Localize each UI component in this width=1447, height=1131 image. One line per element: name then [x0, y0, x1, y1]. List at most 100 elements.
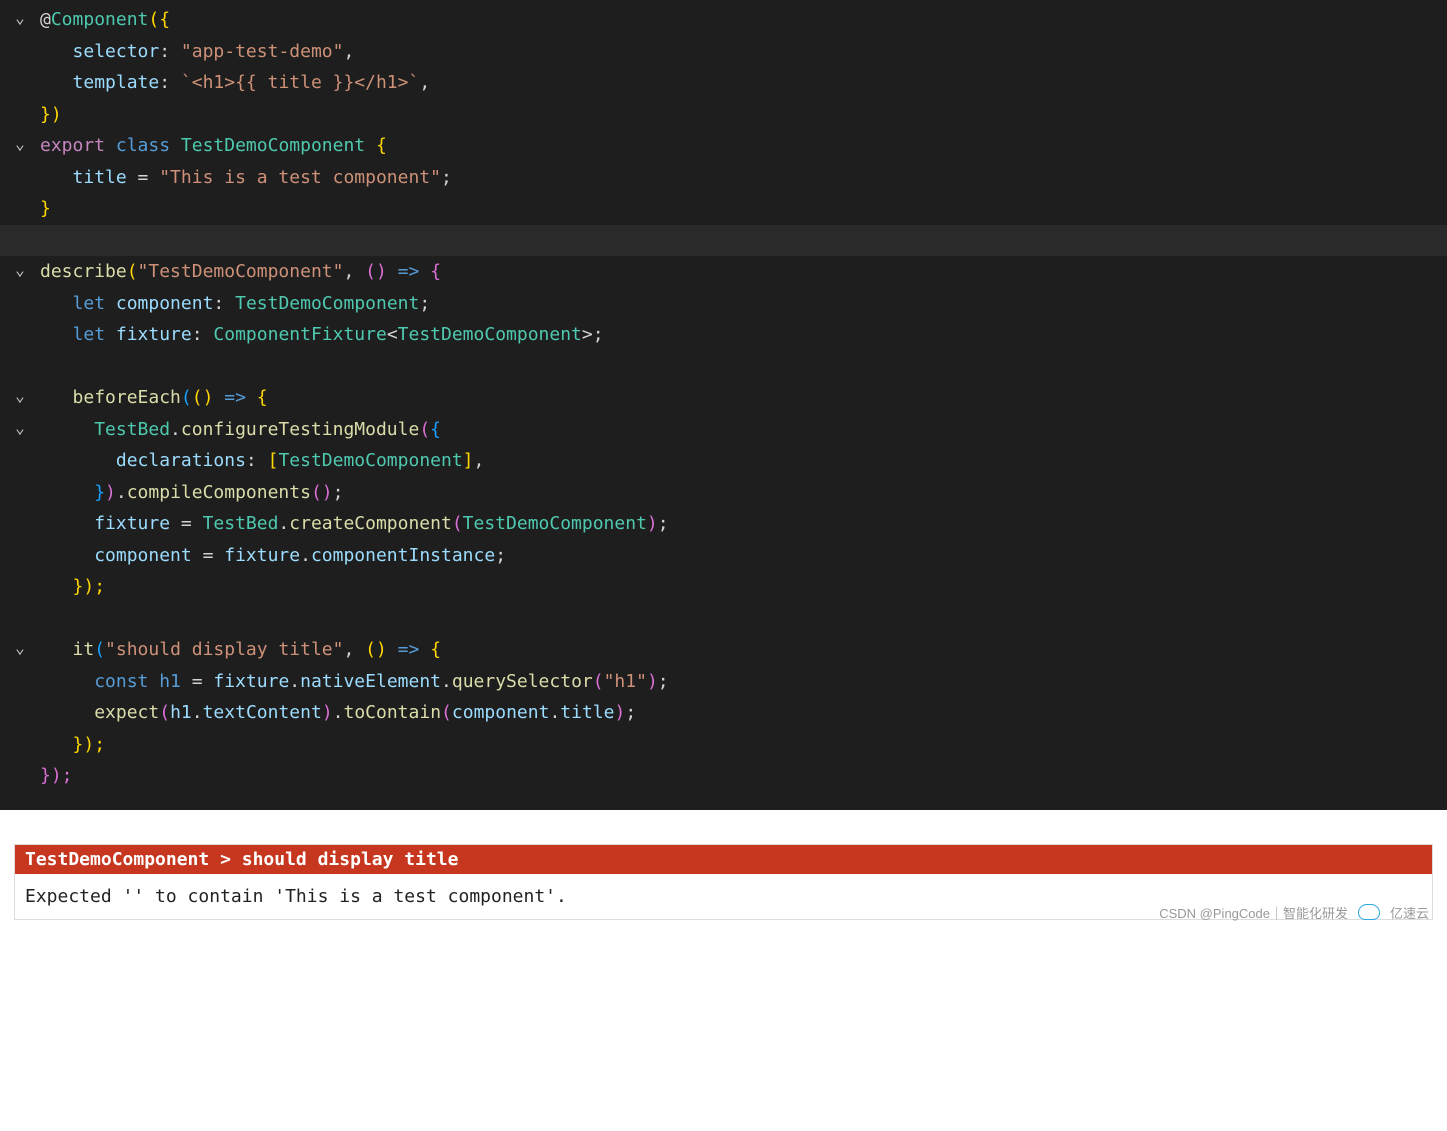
chevron-down-icon[interactable]: ⌄	[15, 130, 25, 158]
property: title	[73, 167, 127, 188]
fold-gutter[interactable]: ⌄	[0, 382, 40, 410]
keyword-const: const	[94, 671, 148, 692]
variable: component	[94, 545, 192, 566]
object-ref: h1	[170, 702, 192, 723]
object-ref: TestBed	[203, 513, 279, 534]
fold-gutter[interactable]: ⌄	[0, 4, 40, 32]
keyword-let: let	[73, 293, 106, 314]
type-ref: TestDemoComponent	[235, 293, 419, 314]
code-line[interactable]: });	[0, 729, 1447, 761]
function-call: describe	[40, 261, 127, 282]
code-line[interactable]: fixture = TestBed.createComponent(TestDe…	[0, 508, 1447, 540]
watermark: CSDN @PingCode｜智能化研发 亿速云	[1159, 903, 1429, 922]
code-line[interactable]: }	[0, 193, 1447, 225]
gap	[0, 810, 1447, 844]
string-literal: "app-test-demo"	[181, 41, 344, 62]
variable: h1	[159, 671, 181, 692]
keyword-class: class	[116, 135, 170, 156]
property: template	[73, 72, 160, 93]
type-ref: TestDemoComponent	[398, 324, 582, 345]
fold-gutter[interactable]: ⌄	[0, 634, 40, 662]
code-editor[interactable]: ⌄ @Component({ selector: "app-test-demo"…	[0, 0, 1447, 810]
code-line[interactable]: template: `<h1>{{ title }}</h1>`,	[0, 67, 1447, 99]
object-ref: TestBed	[94, 419, 170, 440]
code-line[interactable]: selector: "app-test-demo",	[0, 36, 1447, 68]
chevron-down-icon[interactable]: ⌄	[15, 634, 25, 662]
code-line[interactable]: let fixture: ComponentFixture<TestDemoCo…	[0, 319, 1447, 351]
string-literal: "This is a test component"	[159, 167, 441, 188]
fold-gutter[interactable]: ⌄	[0, 130, 40, 158]
variable: fixture	[94, 513, 170, 534]
arrow: =>	[387, 639, 430, 660]
method-call: compileComponents	[127, 482, 311, 503]
property: nativeElement	[300, 671, 441, 692]
code-line[interactable]: component = fixture.componentInstance;	[0, 540, 1447, 572]
code-line[interactable]: declarations: [TestDemoComponent],	[0, 445, 1447, 477]
type-ref: TestDemoComponent	[278, 450, 462, 471]
code-line[interactable]: })	[0, 99, 1447, 131]
method-call: toContain	[344, 702, 442, 723]
function-call: expect	[94, 702, 159, 723]
type-ref: ComponentFixture	[213, 324, 386, 345]
property: selector	[73, 41, 160, 62]
property: textContent	[203, 702, 322, 723]
string-literal: "should display title"	[105, 639, 343, 660]
code-line[interactable]: let component: TestDemoComponent;	[0, 288, 1447, 320]
brace: {	[365, 135, 387, 156]
code-line-active[interactable]	[0, 225, 1447, 257]
test-result-header: TestDemoComponent > should display title	[15, 845, 1432, 874]
method-call: configureTestingModule	[181, 419, 419, 440]
object-ref: fixture	[213, 671, 289, 692]
brace: })	[40, 104, 62, 125]
code-line[interactable]: const h1 = fixture.nativeElement.querySe…	[0, 666, 1447, 698]
watermark-text-left: CSDN @PingCode｜智能化研发	[1159, 903, 1348, 922]
class-name: TestDemoComponent	[181, 135, 365, 156]
property: title	[560, 702, 614, 723]
fold-gutter[interactable]: ⌄	[0, 256, 40, 284]
arrow: =>	[387, 261, 430, 282]
code-line[interactable]: });	[0, 760, 1447, 792]
watermark-text-right: 亿速云	[1390, 903, 1429, 922]
brace: }	[40, 198, 51, 219]
brace: });	[40, 765, 73, 786]
object-ref: fixture	[224, 545, 300, 566]
code-line[interactable]: ⌄ @Component({	[0, 4, 1447, 36]
fold-gutter[interactable]: ⌄	[0, 414, 40, 442]
property: componentInstance	[311, 545, 495, 566]
cloud-icon	[1358, 904, 1380, 920]
keyword-let: let	[73, 324, 106, 345]
chevron-down-icon[interactable]: ⌄	[15, 4, 25, 32]
method-call: createComponent	[289, 513, 452, 534]
code-line[interactable]: title = "This is a test component";	[0, 162, 1447, 194]
string-literal: "TestDemoComponent"	[138, 261, 344, 282]
string-literal: "h1"	[604, 671, 647, 692]
decorator-name: Component	[51, 9, 149, 30]
chevron-down-icon[interactable]: ⌄	[15, 382, 25, 410]
brace: ({	[148, 9, 170, 30]
chevron-down-icon[interactable]: ⌄	[15, 414, 25, 442]
function-call: beforeEach	[73, 387, 181, 408]
code-line[interactable]: expect(h1.textContent).toContain(compone…	[0, 697, 1447, 729]
code-line[interactable]: ⌄ TestBed.configureTestingModule({	[0, 414, 1447, 446]
code-line[interactable]: ⌄ it("should display title", () => {	[0, 634, 1447, 666]
code-line[interactable]: }).compileComponents();	[0, 477, 1447, 509]
code-line[interactable]	[0, 351, 1447, 383]
code-line[interactable]: });	[0, 571, 1447, 603]
object-ref: component	[452, 702, 550, 723]
function-call: it	[73, 639, 95, 660]
brace: });	[73, 734, 106, 755]
method-call: querySelector	[452, 671, 593, 692]
property: declarations	[116, 450, 246, 471]
code-line[interactable]	[0, 603, 1447, 635]
type-ref: TestDemoComponent	[463, 513, 647, 534]
arrow: =>	[213, 387, 256, 408]
code-line[interactable]: ⌄ describe("TestDemoComponent", () => {	[0, 256, 1447, 288]
string-literal: `<h1>{{ title }}</h1>`	[181, 72, 419, 93]
variable: fixture	[116, 324, 192, 345]
chevron-down-icon[interactable]: ⌄	[15, 256, 25, 284]
decorator-at: @	[40, 9, 51, 30]
code-line[interactable]: ⌄ beforeEach(() => {	[0, 382, 1447, 414]
variable: component	[116, 293, 214, 314]
brace: });	[73, 576, 106, 597]
code-line[interactable]: ⌄ export class TestDemoComponent {	[0, 130, 1447, 162]
